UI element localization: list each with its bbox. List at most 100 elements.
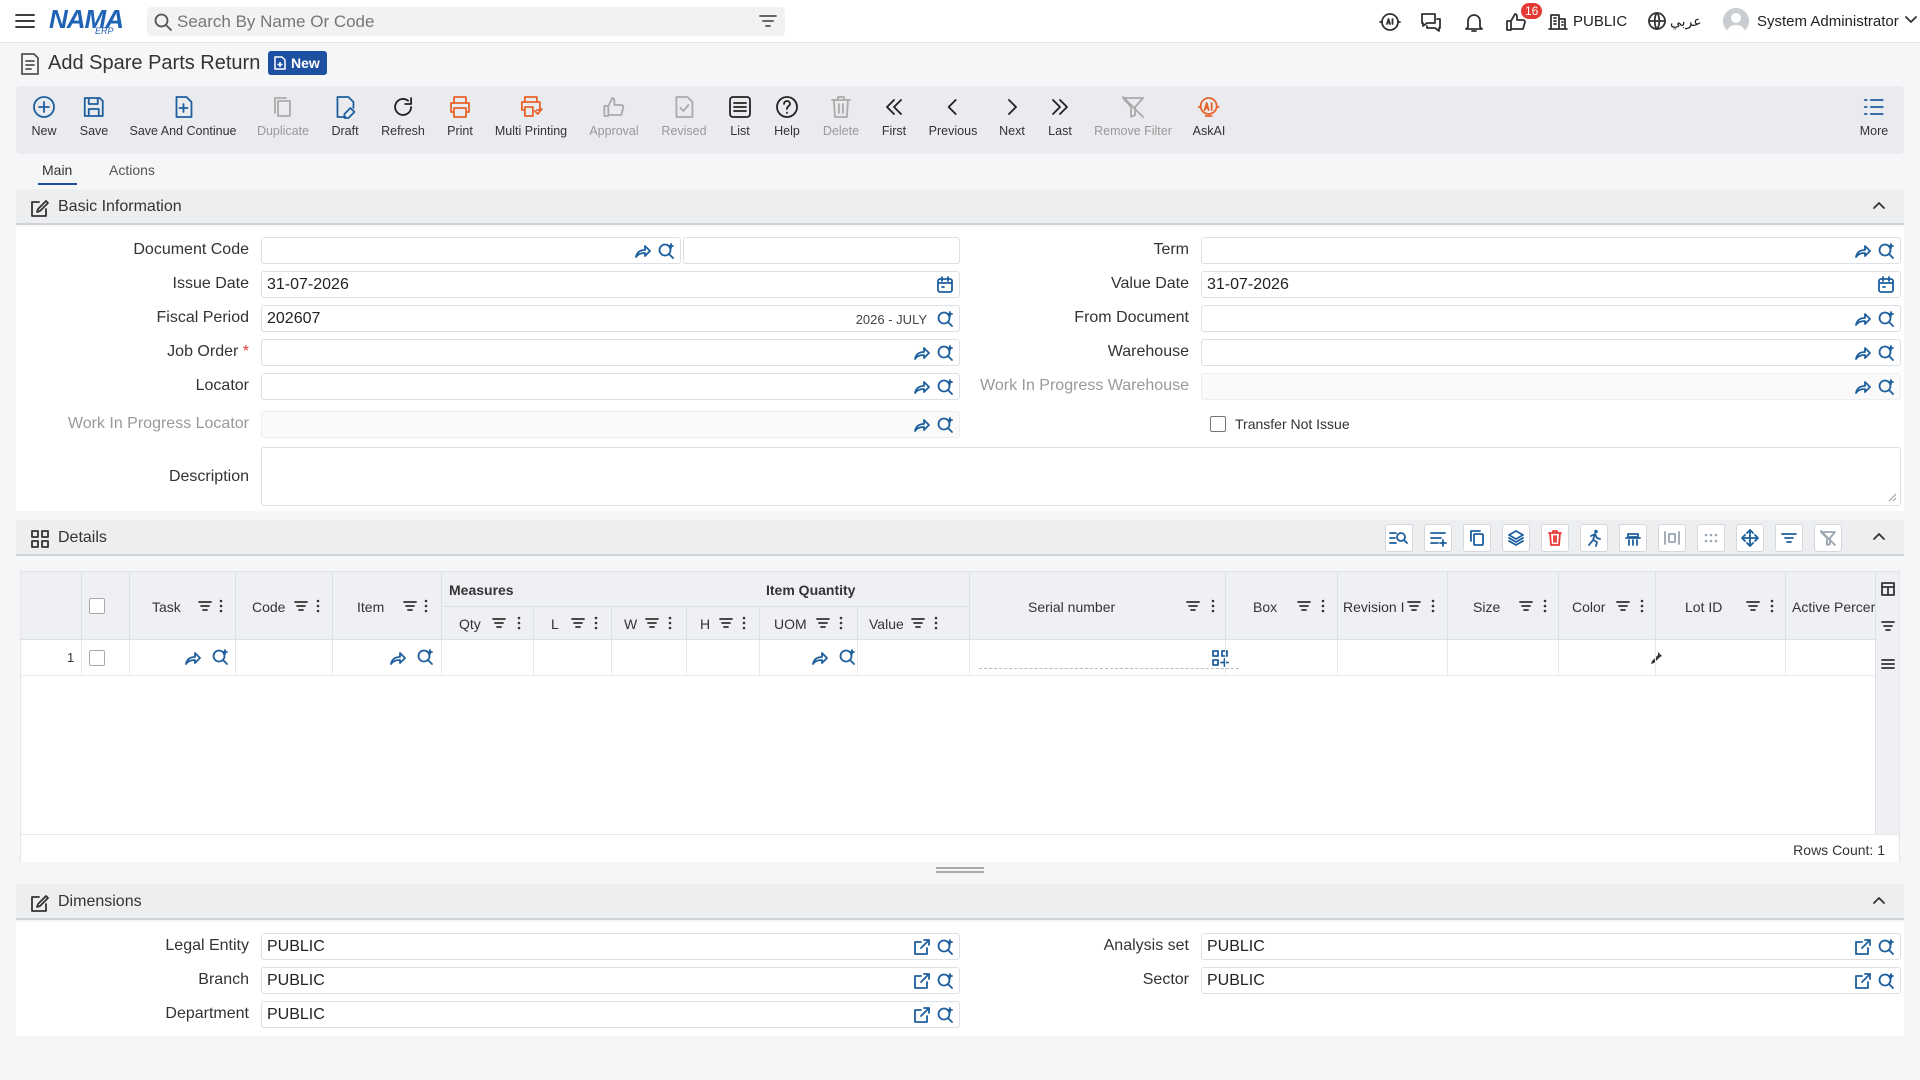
- document-code-desc-field[interactable]: [683, 237, 960, 264]
- column-filter-icon[interactable]: [1297, 600, 1311, 612]
- column-filter-icon[interactable]: [1746, 600, 1760, 612]
- search-plus-icon[interactable]: [936, 972, 954, 990]
- grid-search-button[interactable]: [1385, 524, 1413, 552]
- grid-merge-button[interactable]: [1619, 524, 1647, 552]
- column-l[interactable]: L: [551, 616, 559, 632]
- column-filter-icon[interactable]: [816, 617, 830, 629]
- column-revision[interactable]: Revision I: [1343, 599, 1404, 615]
- filter-icon[interactable]: [759, 13, 777, 29]
- column-code[interactable]: Code: [252, 599, 285, 615]
- search-plus-icon[interactable]: [211, 648, 229, 666]
- grid-copy-button[interactable]: [1463, 524, 1491, 552]
- column-task[interactable]: Task: [152, 599, 181, 615]
- chevron-up-icon[interactable]: [1872, 531, 1886, 541]
- column-filter-icon[interactable]: [198, 600, 212, 612]
- save-button[interactable]: Save: [80, 94, 108, 138]
- delete-button[interactable]: Delete: [823, 94, 859, 138]
- previous-button[interactable]: Previous: [929, 94, 977, 138]
- tab-actions[interactable]: Actions: [109, 162, 155, 178]
- department-field[interactable]: PUBLIC: [261, 1001, 960, 1028]
- grid-add-row-button[interactable]: [1424, 524, 1452, 552]
- column-filter-icon[interactable]: [492, 617, 506, 629]
- duplicate-button[interactable]: Duplicate: [257, 94, 309, 138]
- grid-density-button[interactable]: [1697, 524, 1725, 552]
- search-plus-icon[interactable]: [936, 344, 954, 362]
- chevron-down-icon[interactable]: [1905, 15, 1917, 25]
- globe-icon[interactable]: [1647, 11, 1667, 31]
- list-button[interactable]: List: [727, 94, 753, 138]
- search-plus-icon[interactable]: [1877, 378, 1895, 396]
- column-menu-icon[interactable]: [517, 616, 521, 630]
- search-plus-icon[interactable]: [1877, 242, 1895, 260]
- column-filter-icon[interactable]: [1616, 600, 1630, 612]
- description-textarea[interactable]: [261, 447, 1901, 506]
- serial-number-input-line[interactable]: [979, 668, 1239, 669]
- column-filter-icon[interactable]: [911, 617, 925, 629]
- calendar-icon[interactable]: [936, 276, 954, 294]
- column-qty[interactable]: Qty: [459, 616, 481, 632]
- column-serial-number[interactable]: Serial number: [1028, 599, 1115, 615]
- external-link-icon[interactable]: [913, 972, 931, 990]
- more-button[interactable]: More: [1860, 94, 1888, 138]
- column-filter-icon[interactable]: [1519, 600, 1533, 612]
- multi-printing-button[interactable]: Multi Printing: [495, 94, 567, 138]
- search-input[interactable]: [177, 11, 737, 32]
- column-active-percent[interactable]: Active Percer: [1792, 599, 1876, 615]
- language-label[interactable]: عربي: [1670, 13, 1702, 30]
- share-arrow-icon[interactable]: [634, 242, 652, 260]
- menu-lines-icon[interactable]: [1881, 658, 1895, 670]
- grid-remove-filter-button[interactable]: [1814, 524, 1842, 552]
- column-filter-icon[interactable]: [1186, 600, 1200, 612]
- share-arrow-icon[interactable]: [913, 344, 931, 362]
- new-button[interactable]: New: [31, 94, 57, 138]
- approval-button[interactable]: Approval: [589, 94, 639, 138]
- column-filter-icon[interactable]: [571, 617, 585, 629]
- chat-icon[interactable]: [1419, 10, 1443, 34]
- search-plus-icon[interactable]: [1877, 310, 1895, 328]
- column-menu-icon[interactable]: [1211, 599, 1215, 613]
- job-order-field[interactable]: [261, 339, 960, 366]
- chevron-up-icon[interactable]: [1872, 895, 1886, 905]
- search-plus-icon[interactable]: [657, 242, 675, 260]
- column-h[interactable]: H: [700, 616, 710, 632]
- fiscal-period-field[interactable]: 202607 2026 - JULY: [261, 305, 960, 332]
- column-menu-icon[interactable]: [594, 616, 598, 630]
- avatar[interactable]: [1723, 8, 1749, 34]
- column-filter-icon[interactable]: [403, 600, 417, 612]
- first-button[interactable]: First: [881, 94, 907, 138]
- search-plus-icon[interactable]: [936, 378, 954, 396]
- search-plus-icon[interactable]: [838, 648, 856, 666]
- column-filter-icon[interactable]: [645, 617, 659, 629]
- help-button[interactable]: Help: [774, 94, 800, 138]
- search-plus-icon[interactable]: [416, 648, 434, 666]
- share-arrow-icon[interactable]: [389, 649, 407, 667]
- external-link-icon[interactable]: [1854, 972, 1872, 990]
- row-checkbox[interactable]: [89, 650, 105, 666]
- color-picker-icon[interactable]: [1648, 650, 1664, 666]
- save-and-continue-button[interactable]: Save And Continue: [129, 94, 237, 138]
- column-value[interactable]: Value: [869, 616, 904, 632]
- column-menu-icon[interactable]: [219, 599, 223, 613]
- search-plus-icon[interactable]: [936, 1006, 954, 1024]
- column-menu-icon[interactable]: [742, 616, 746, 630]
- share-arrow-icon[interactable]: [1854, 310, 1872, 328]
- grid-filter-button[interactable]: [1775, 524, 1803, 552]
- apps-add-icon[interactable]: [1211, 649, 1229, 667]
- draft-button[interactable]: Draft: [331, 94, 359, 138]
- column-menu-icon[interactable]: [424, 599, 428, 613]
- column-menu-icon[interactable]: [1543, 599, 1547, 613]
- column-item[interactable]: Item: [357, 599, 384, 615]
- branch-field[interactable]: PUBLIC: [261, 967, 960, 994]
- askai-button[interactable]: AskAI: [1193, 94, 1225, 138]
- revised-button[interactable]: Revised: [661, 94, 707, 138]
- column-lot-id[interactable]: Lot ID: [1685, 599, 1722, 615]
- last-button[interactable]: Last: [1047, 94, 1073, 138]
- column-box[interactable]: Box: [1253, 599, 1277, 615]
- value-date-field[interactable]: 31-07-2026: [1201, 271, 1901, 298]
- resize-handle[interactable]: [936, 867, 984, 873]
- grid-layers-button[interactable]: [1502, 524, 1530, 552]
- menu-icon[interactable]: [14, 11, 36, 31]
- transfer-not-issue-checkbox[interactable]: [1210, 416, 1226, 432]
- column-uom[interactable]: UOM: [774, 616, 807, 632]
- share-arrow-icon[interactable]: [1854, 242, 1872, 260]
